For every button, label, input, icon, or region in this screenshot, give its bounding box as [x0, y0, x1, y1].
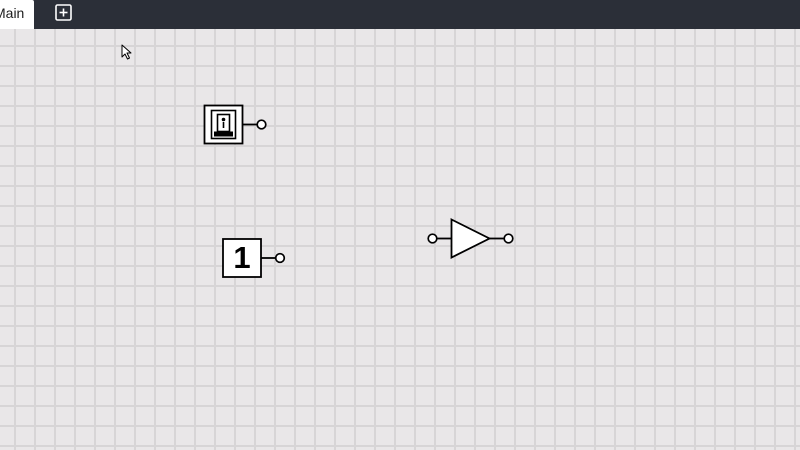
buffer-gate-icon — [427, 218, 514, 259]
switch-component[interactable] — [202, 103, 270, 147]
constant-value: 1 — [233, 240, 251, 275]
tab-label: Main — [0, 5, 25, 21]
add-tab-button[interactable] — [55, 4, 72, 21]
tab-main[interactable]: Main — [0, 0, 34, 29]
app-window: Main — [0, 0, 800, 450]
switch-icon — [203, 104, 267, 145]
constant-component[interactable]: 1 — [220, 236, 290, 280]
buffer-gate-component[interactable] — [424, 215, 518, 261]
tab-bar: Main — [0, 0, 800, 29]
circuit-canvas[interactable]: 1 — [0, 29, 800, 450]
plus-square-icon — [55, 4, 72, 21]
